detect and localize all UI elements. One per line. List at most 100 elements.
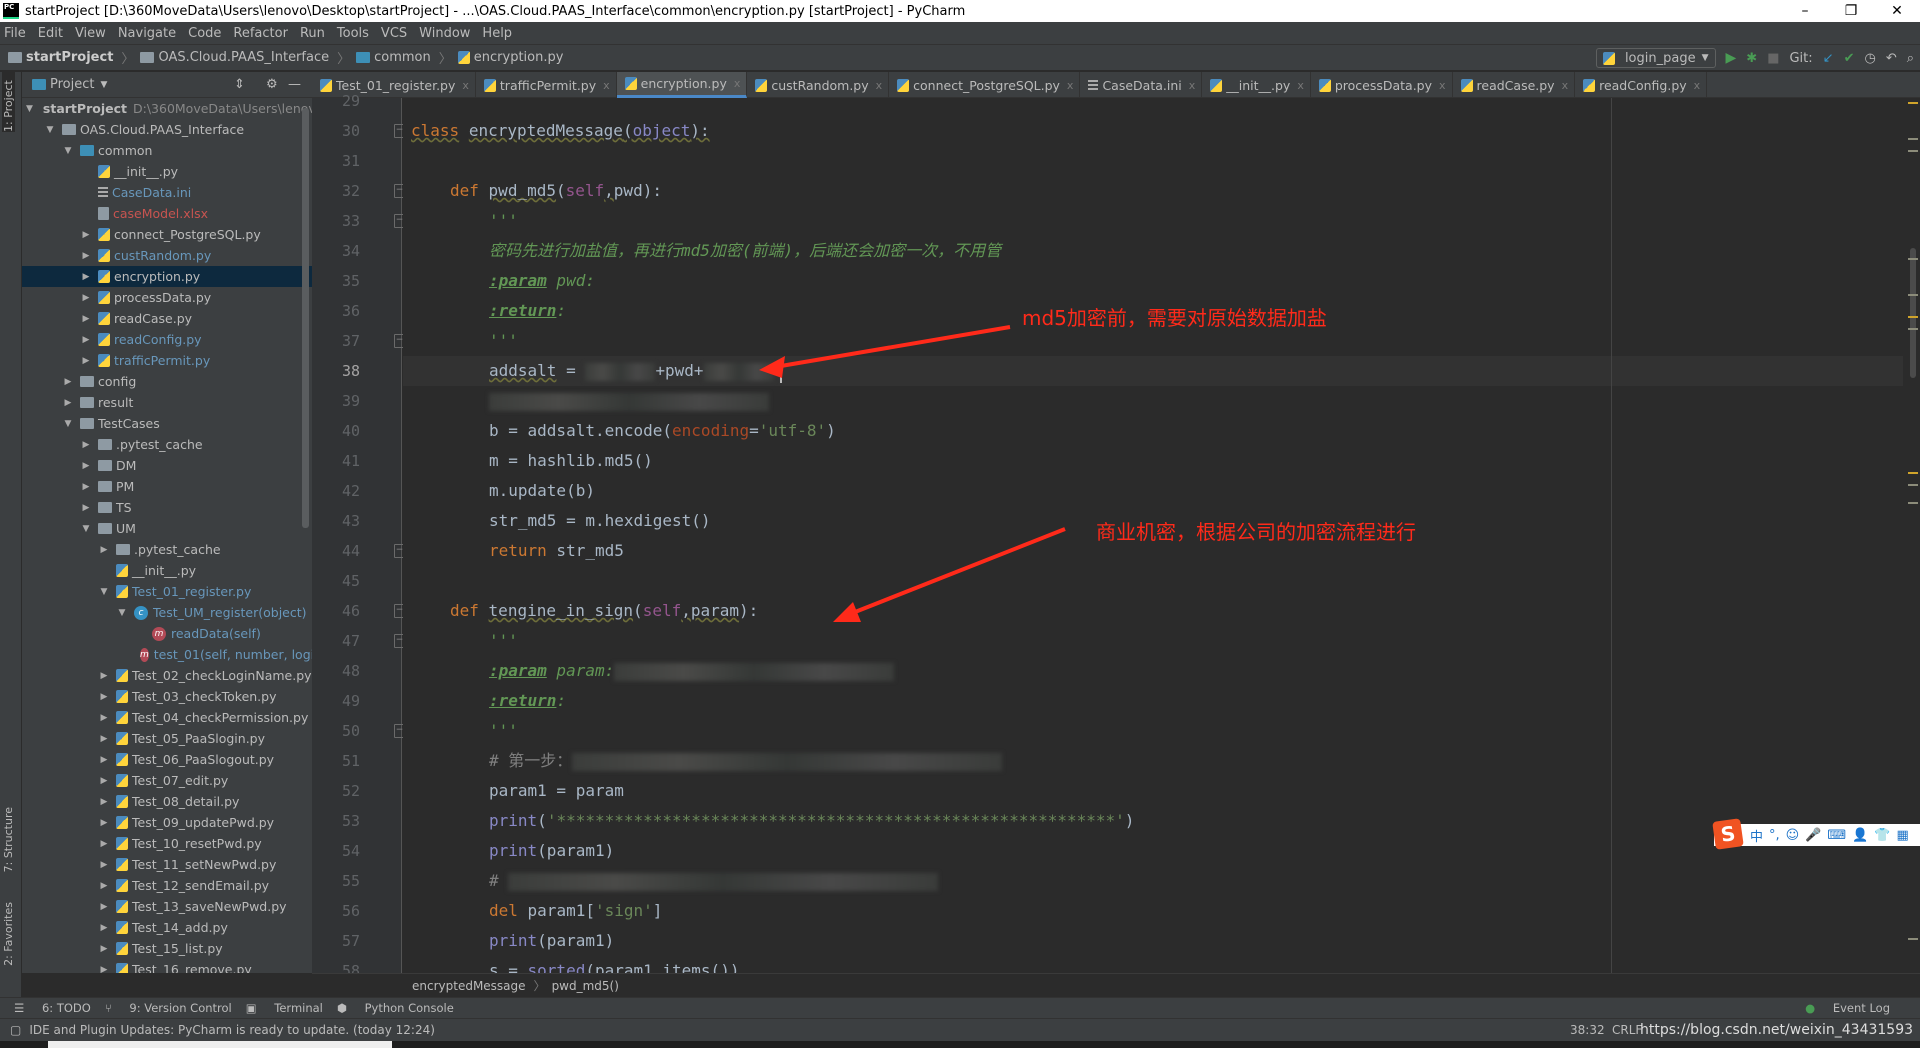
menu-edit[interactable]: Edit xyxy=(38,26,63,41)
microphone-icon[interactable]: 🎤 xyxy=(1805,828,1821,843)
menu-view[interactable]: View xyxy=(75,26,106,41)
tree-item[interactable]: ▶ encryption.py xyxy=(22,266,312,287)
chevron-right-icon[interactable]: ▶ xyxy=(98,818,110,828)
tree-item[interactable]: ▶ Test_14_add.py xyxy=(22,917,312,938)
tab-encryption-py[interactable]: encryption.py x xyxy=(616,72,748,98)
tree-item[interactable]: ▶ Test_08_detail.py xyxy=(22,791,312,812)
tree-item[interactable]: ▶ readCase.py xyxy=(22,308,312,329)
tree-item[interactable]: CaseData.ini xyxy=(22,182,312,203)
chevron-right-icon[interactable]: ▶ xyxy=(62,398,74,408)
tree-item[interactable]: ▼ UM xyxy=(22,518,312,539)
menu-navigate[interactable]: Navigate xyxy=(118,26,176,41)
chevron-right-icon[interactable]: ▶ xyxy=(98,839,110,849)
tab-structure-tool[interactable]: 7: Structure xyxy=(2,807,15,872)
close-tab-icon[interactable]: x xyxy=(734,77,741,90)
close-tab-icon[interactable]: x xyxy=(1562,79,1569,92)
tree-item[interactable]: __init__.py xyxy=(22,161,312,182)
chevron-down-icon[interactable]: ▼ xyxy=(100,80,107,90)
tab-readcase-py[interactable]: readCase.py x xyxy=(1453,72,1576,98)
tab-processdata-py[interactable]: processData.py x xyxy=(1311,72,1453,98)
menu-vcs[interactable]: VCS xyxy=(381,26,407,41)
tree-item[interactable]: ▶ Test_06_PaaSlogout.py xyxy=(22,749,312,770)
chevron-down-icon[interactable]: ▼ xyxy=(44,125,56,135)
tree-item[interactable]: m readData(self) xyxy=(22,623,312,644)
tree-item[interactable]: caseModel.xlsx xyxy=(22,203,312,224)
caret-position[interactable]: 38:32 xyxy=(1570,1023,1605,1037)
tab--init-py[interactable]: __init__.py x xyxy=(1202,72,1311,98)
crumb-module[interactable]: OAS.Cloud.PAAS_Interface xyxy=(140,50,329,65)
chevron-right-icon[interactable]: ▶ xyxy=(98,671,110,681)
notification-icon[interactable]: ▢ xyxy=(10,1023,21,1037)
chevron-right-icon[interactable]: ▶ xyxy=(80,314,92,324)
debug-icon[interactable]: ✱ xyxy=(1746,51,1757,66)
menu-file[interactable]: File xyxy=(4,26,26,41)
tree-scrollbar[interactable] xyxy=(302,108,309,528)
chevron-right-icon[interactable]: ▶ xyxy=(80,272,92,282)
chevron-right-icon[interactable]: ▶ xyxy=(98,692,110,702)
restore-button[interactable]: ❐ xyxy=(1828,0,1874,22)
punctuation-icon[interactable]: °, xyxy=(1769,828,1780,843)
tree-item[interactable]: ▼ common xyxy=(22,140,312,161)
tree-item[interactable]: ▼ Test_01_register.py xyxy=(22,581,312,602)
tree-item[interactable]: ▶ result xyxy=(22,392,312,413)
tree-item[interactable]: ▶ TS xyxy=(22,497,312,518)
chevron-right-icon[interactable]: ▶ xyxy=(62,377,74,387)
close-tab-icon[interactable]: x xyxy=(1067,79,1074,92)
tree-item[interactable]: ▶ custRandom.py xyxy=(22,245,312,266)
chevron-right-icon[interactable]: ▶ xyxy=(80,293,92,303)
chinese-mode-icon[interactable]: 中 xyxy=(1750,826,1763,845)
chevron-right-icon[interactable]: ▶ xyxy=(98,902,110,912)
tree-item[interactable]: ▶ Test_10_resetPwd.py xyxy=(22,833,312,854)
skin-icon[interactable]: 👕 xyxy=(1874,828,1890,843)
chevron-down-icon[interactable]: ▼ xyxy=(80,524,92,534)
tree-item[interactable]: ▼ OAS.Cloud.PAAS_Interface xyxy=(22,119,312,140)
tree-item[interactable]: ▶ trafficPermit.py xyxy=(22,350,312,371)
tree-item[interactable]: ▶ Test_13_saveNewPwd.py xyxy=(22,896,312,917)
tab-readconfig-py[interactable]: readConfig.py x xyxy=(1575,72,1708,98)
chevron-down-icon[interactable]: ▼ xyxy=(62,419,74,429)
event-log-button[interactable]: ● Event Log xyxy=(1805,1001,1890,1015)
chevron-right-icon[interactable]: ▶ xyxy=(80,230,92,240)
chevron-right-icon[interactable]: ▶ xyxy=(80,482,92,492)
tree-item[interactable]: ▶ Test_02_checkLoginName.py xyxy=(22,665,312,686)
run-config-select[interactable]: login_page ▼ xyxy=(1595,48,1716,68)
close-tab-icon[interactable]: x xyxy=(603,79,610,92)
hide-panel-icon[interactable]: — xyxy=(288,77,301,92)
tree-item[interactable]: ▶ PM xyxy=(22,476,312,497)
tree-item[interactable]: m test_01(self, number, login xyxy=(22,644,312,665)
keyboard-icon[interactable]: ⌨ xyxy=(1827,828,1846,843)
collapse-all-icon[interactable]: ⇕ xyxy=(234,77,245,92)
crumb-file[interactable]: encryption.py xyxy=(457,50,563,65)
user-icon[interactable]: 👤 xyxy=(1852,828,1868,843)
close-tab-icon[interactable]: x xyxy=(1189,79,1196,92)
tab-python-console[interactable]: ⬢ Python Console xyxy=(337,1001,454,1015)
ime-toolbar[interactable]: S 中 °, ☺ 🎤 ⌨ 👤 👕 ▦ xyxy=(1712,818,1920,850)
tab-casedata-ini[interactable]: CaseData.ini x xyxy=(1080,72,1203,98)
chevron-right-icon[interactable]: ▶ xyxy=(98,965,110,974)
gear-icon[interactable]: ⚙ xyxy=(266,77,278,92)
chevron-right-icon[interactable]: ▶ xyxy=(98,881,110,891)
tree-item[interactable]: ▶ Test_11_setNewPwd.py xyxy=(22,854,312,875)
project-view-select[interactable]: Project xyxy=(50,77,94,92)
tree-item[interactable]: ▶ readConfig.py xyxy=(22,329,312,350)
tree-item[interactable]: ▶ Test_07_edit.py xyxy=(22,770,312,791)
chevron-down-icon[interactable]: ▼ xyxy=(116,608,128,618)
menu-code[interactable]: Code xyxy=(188,26,221,41)
scroll-thumb[interactable] xyxy=(1910,248,1916,378)
chevron-right-icon[interactable]: ▶ xyxy=(98,860,110,870)
tab-version-control[interactable]: ⑂ 9: Version Control xyxy=(105,1001,232,1015)
status-message[interactable]: IDE and Plugin Updates: PyCharm is ready… xyxy=(29,1023,435,1037)
chevron-right-icon[interactable]: ▶ xyxy=(98,776,110,786)
tab-custrandom-py[interactable]: custRandom.py x xyxy=(747,72,890,98)
menu-run[interactable]: Run xyxy=(300,26,325,41)
tab-todo[interactable]: ☰ 6: TODO xyxy=(14,1001,91,1015)
tree-item[interactable]: ▶ connect_PostgreSQL.py xyxy=(22,224,312,245)
crumb-common[interactable]: common xyxy=(356,50,431,65)
breadcrumb-function[interactable]: pwd_md5() xyxy=(552,979,619,993)
tree-item[interactable]: ▼ startProject D:\360MoveData\Users\lenovo… xyxy=(22,98,312,119)
breadcrumb-class[interactable]: encryptedMessage xyxy=(412,979,526,993)
tab-project-tool[interactable]: 1: Project xyxy=(2,72,15,132)
chevron-right-icon[interactable]: ▶ xyxy=(98,923,110,933)
chevron-right-icon[interactable]: ▶ xyxy=(80,335,92,345)
tree-item[interactable]: ▶ Test_03_checkToken.py xyxy=(22,686,312,707)
